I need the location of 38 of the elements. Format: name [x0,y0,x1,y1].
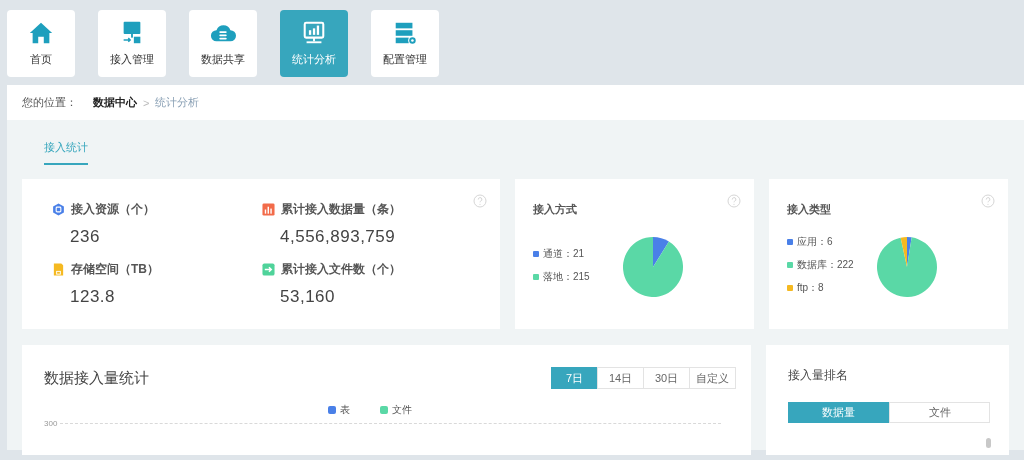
stat-label: 存储空间（TB） [71,261,159,278]
help-icon[interactable] [727,194,741,208]
breadcrumb-label: 您的位置： [22,95,77,110]
legend-label: 落地：215 [543,269,590,284]
legend-label: 通道：21 [543,246,585,261]
legend-label: 表 [340,403,350,417]
legend-label: 数据库：222 [797,258,854,272]
chart-icon [301,20,327,46]
range-button[interactable]: 自定义 [689,367,736,389]
toggle-button[interactable]: 文件 [889,402,990,423]
nav-tile[interactable]: 接入管理 [98,10,166,77]
nav-tile[interactable]: 数据共享 [189,10,257,77]
scrollbar-thumb[interactable] [986,438,991,448]
range-button[interactable]: 14日 [597,367,644,389]
help-icon[interactable] [981,194,995,208]
card-title: 接入类型 [787,202,831,217]
house-icon [28,20,54,46]
card-title: 接入量排名 [788,367,849,384]
stat-value: 236 [70,227,101,247]
card-title: 数据接入量统计 [44,368,149,388]
legend-label: 文件 [392,403,412,417]
card-title: 接入方式 [533,202,577,217]
breadcrumb-current: 统计分析 [155,95,200,110]
nav-tile[interactable]: 首页 [7,10,75,77]
breadcrumb-link[interactable]: 数据中心 [93,95,137,110]
legend-label: ftp：8 [797,281,824,295]
breadcrumb-separator: > [143,96,150,109]
axis-tick-label: 300 [44,419,58,428]
range-button[interactable]: 30日 [643,367,690,389]
stat-value: 53,160 [280,287,336,307]
nav-tile[interactable]: 配置管理 [371,10,439,77]
legend-label: 应用：6 [797,235,833,249]
stat-value: 123.8 [70,287,117,307]
help-icon[interactable] [473,194,487,208]
stat-value: 4,556,893,759 [280,227,397,247]
stat-label: 累计接入文件数（个） [281,261,401,278]
stat-label: 累计接入数据量（条） [281,201,401,218]
stat-label: 接入资源（个） [71,201,155,218]
